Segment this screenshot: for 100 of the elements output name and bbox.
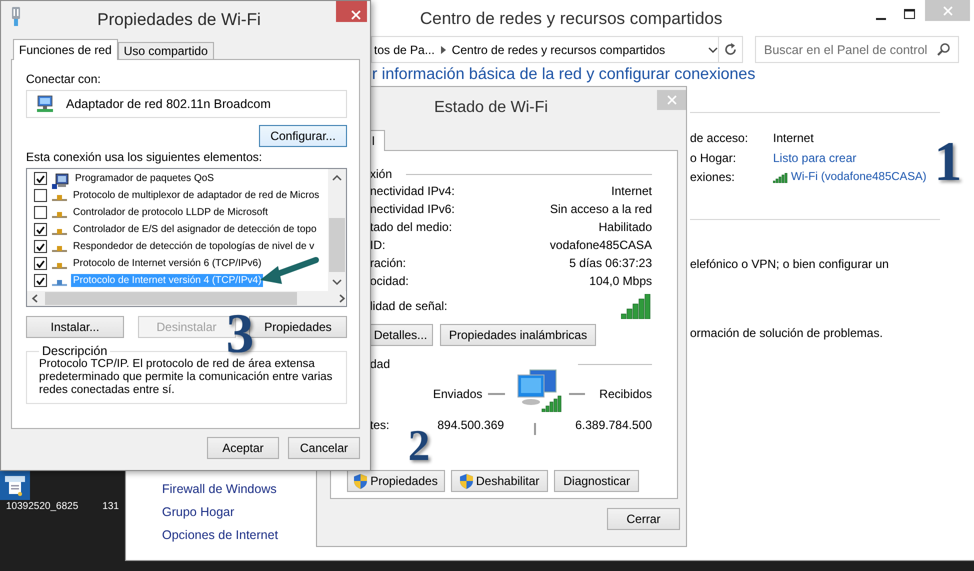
computer-icon <box>52 172 69 188</box>
field-value: Sin acceso a la red <box>550 202 652 216</box>
checkbox[interactable] <box>34 189 47 202</box>
desktop-icon-label[interactable]: 131 <box>102 501 119 513</box>
field-label: nectividad IPv4: <box>370 184 455 198</box>
checkbox[interactable] <box>34 257 47 270</box>
signal-strength-icon <box>621 294 652 318</box>
field-label: nectividad IPv6: <box>370 202 455 216</box>
checkbox[interactable] <box>34 240 47 253</box>
field-value: Internet <box>611 184 652 198</box>
shield-icon <box>460 474 473 488</box>
list-item[interactable]: Protocolo de Internet versión 6 (TCP/IPv6) <box>71 257 264 270</box>
network-component-icon <box>52 212 67 218</box>
tab[interactable]: Uso compartido <box>118 42 214 59</box>
see-also-link[interactable]: Grupo Hogar <box>162 501 234 524</box>
window-title: Propiedades de Wi-Fi <box>96 10 262 30</box>
detail-value: Internet <box>773 130 814 147</box>
shield-icon <box>354 474 368 488</box>
list-item[interactable]: Respondedor de detección de topologías de nivel de v <box>71 240 316 253</box>
field-label: ID: <box>370 238 386 252</box>
field-label: Conectar con: <box>26 72 102 86</box>
dialog-button[interactable]: Deshabilitar <box>451 470 548 492</box>
network-component-icon <box>52 280 67 286</box>
file-icon <box>0 470 30 500</box>
list-item[interactable]: Controlador de E/S del asignador de detección de topo <box>71 223 319 236</box>
detail-label: exiones: <box>690 169 735 186</box>
section-heading: dad <box>370 357 390 371</box>
cancel-button[interactable]: Cancelar <box>288 437 360 459</box>
close-button[interactable] <box>336 1 367 22</box>
step-number: 1 <box>934 134 962 190</box>
page-heading: r información básica de la red y configurar conexiones <box>372 66 756 84</box>
checkbox[interactable] <box>34 223 47 236</box>
dialog-button[interactable]: Propiedades inalámbricas <box>440 324 596 346</box>
maximize-icon <box>904 9 914 19</box>
breadcrumb-item[interactable]: Centro de redes y recursos compartidos <box>452 42 666 56</box>
window-title: Estado de Wi-Fi <box>433 99 549 117</box>
search-field[interactable]: Buscar en el Panel de control <box>755 36 959 63</box>
network-computers-icon <box>516 368 564 412</box>
byte-count: 894.500.369 <box>437 418 504 432</box>
field-label: tes: <box>370 418 390 432</box>
network-adapter-icon <box>36 95 54 113</box>
close-dialog-button[interactable]: Cerrar <box>607 508 680 530</box>
dialog-button[interactable]: Propiedades <box>347 470 445 492</box>
field-label: ración: <box>370 256 406 270</box>
refresh-icon <box>724 43 737 56</box>
network-component-icon <box>52 246 67 252</box>
field-value: 5 días 06:37:23 <box>569 256 652 270</box>
field-label: Esta conexión usa los siguientes elementos: <box>26 150 264 164</box>
dialog-button[interactable]: Diagnosticar <box>554 470 640 492</box>
field-label: tado del medio: <box>370 220 452 234</box>
byte-count: 6.389.784.500 <box>575 418 652 432</box>
see-also-link[interactable]: Firewall de Windows <box>162 478 277 501</box>
minimize-icon <box>876 18 886 20</box>
checkbox[interactable] <box>34 274 47 287</box>
field-value: vodafone485CASA <box>550 238 652 252</box>
step-number: 2 <box>408 424 430 468</box>
checkbox[interactable] <box>34 172 47 185</box>
group-label: Descripción <box>41 344 108 358</box>
tab[interactable]: Funciones de red <box>13 39 118 60</box>
list-item[interactable]: Protocolo de multiplexor de adaptador de red de Micros <box>71 189 322 202</box>
ok-button[interactable]: Aceptar <box>207 437 279 459</box>
adapter-name: Adaptador de red 802.11n Broadcom <box>66 97 271 111</box>
activity-label: Recibidos <box>599 387 652 401</box>
address-bar[interactable]: tos de Pa... Centro de redes y recursos compartidos <box>371 36 718 63</box>
field-value: Habilitado <box>598 220 652 234</box>
configure-button[interactable]: Configurar... <box>259 125 347 147</box>
search-placeholder: Buscar en el Panel de control <box>764 42 928 56</box>
checkbox[interactable] <box>34 206 47 219</box>
activity-label: Enviados <box>433 387 482 401</box>
field-value: 104,0 Mbps <box>589 274 652 288</box>
chevron-right-icon <box>440 46 446 54</box>
list-item[interactable]: Controlador de protocolo LLDP de Microsoft <box>71 206 270 219</box>
close-icon <box>942 6 952 16</box>
description-text: elefónico o VPN; o bien configurar un <box>690 256 890 272</box>
detail-label: o Hogar: <box>690 150 736 166</box>
breadcrumb-item[interactable]: tos de Pa... <box>374 42 435 56</box>
section-heading: xión <box>370 167 392 181</box>
wifi-signal-icon <box>773 172 788 183</box>
chevron-down-icon <box>708 46 718 52</box>
usb-adapter-icon <box>10 7 22 26</box>
tab[interactable]: l <box>370 130 385 151</box>
desktop-icon-label[interactable]: 10392520_6825 <box>6 501 78 513</box>
detail-label: de acceso: <box>690 130 748 147</box>
window-title: Centro de redes y recursos compartidos <box>420 9 724 29</box>
refresh-button[interactable] <box>718 36 743 63</box>
field-label: ocidad: <box>370 274 409 288</box>
dialog-button[interactable]: Instalar... <box>26 316 124 338</box>
list-item[interactable]: Programador de paquetes QoS <box>73 172 216 185</box>
close-icon <box>666 95 676 105</box>
network-component-icon <box>52 194 67 200</box>
connection-link[interactable]: Wi-Fi (vodafone485CASA) <box>791 168 926 188</box>
detail-link[interactable]: Listo para crear <box>773 148 856 168</box>
search-icon <box>937 43 950 56</box>
description-text: ormación de solución de problemas. <box>690 324 884 342</box>
dialog-button[interactable]: Detalles... <box>369 324 433 346</box>
field-label: lidad de señal: <box>370 299 448 313</box>
see-also-link[interactable]: Opciones de Internet <box>162 524 278 547</box>
close-icon <box>351 10 361 20</box>
network-component-icon <box>52 262 67 268</box>
network-component-icon <box>52 228 67 234</box>
